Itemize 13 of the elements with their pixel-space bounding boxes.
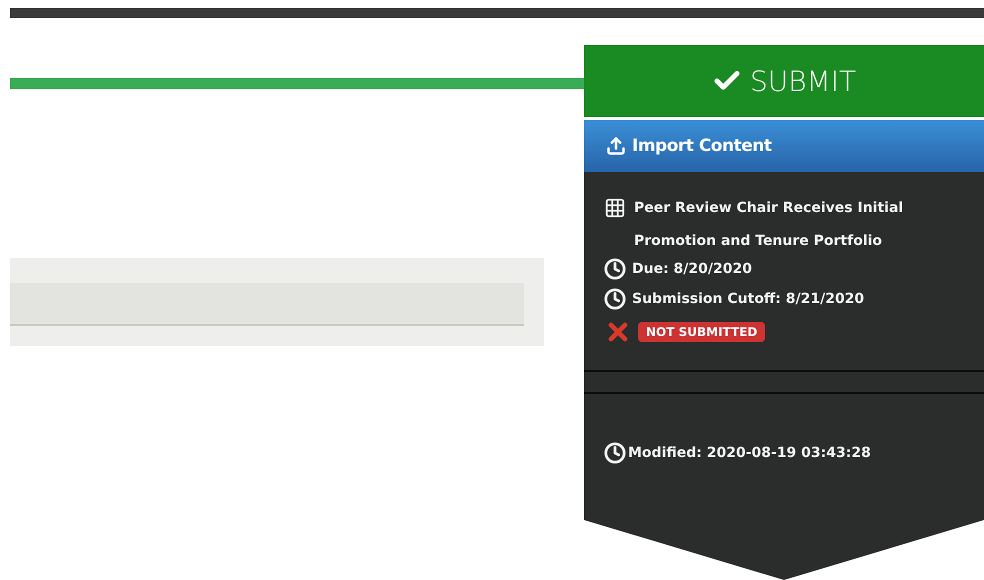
status-badge: NOT SUBMITTED	[638, 322, 766, 342]
grid-icon	[604, 197, 626, 219]
task-title: Peer Review Chair Receives Initial Promotion and Tenure Portfolio	[634, 199, 904, 251]
upload-icon	[606, 136, 626, 156]
clock-icon	[604, 442, 626, 464]
import-button[interactable]: Import Content	[584, 120, 984, 172]
clock-icon	[604, 288, 626, 310]
submit-button[interactable]: SUBMIT	[584, 45, 984, 117]
date-text: Submission Cutoff: 8/21/2020	[632, 291, 864, 307]
clock-icon	[604, 258, 626, 280]
input-field[interactable]	[10, 283, 524, 326]
modified-text: Modified: 2020-08-19 03:43:28	[628, 445, 871, 461]
date-text: Due: 8/20/2020	[632, 261, 752, 277]
